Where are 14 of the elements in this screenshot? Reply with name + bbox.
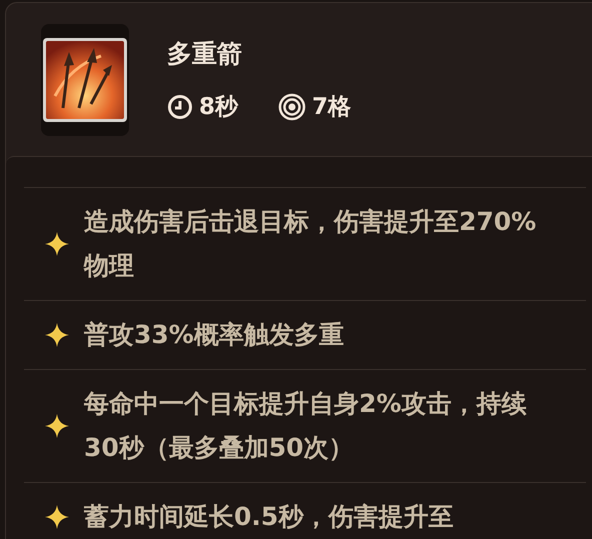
effect-text: 每命中一个目标提升自身2%攻击，持续30秒（最多叠加50次）	[84, 388, 528, 464]
effect-text: 普攻33%概率触发多重	[84, 319, 345, 351]
star-icon	[44, 231, 70, 257]
star-icon	[44, 504, 70, 530]
skill-name: 多重箭	[167, 38, 243, 70]
effect-text: 造成伤害后击退目标，伤害提升至270%物理	[84, 206, 538, 282]
cooldown-text: 8秒	[199, 93, 238, 122]
range-text: 7格	[312, 93, 352, 122]
target-icon	[278, 93, 306, 122]
arrows-icon	[41, 36, 129, 124]
clock-icon	[167, 94, 193, 120]
effect-text: 蓄力时间延长0.5秒，伤害提升至	[84, 501, 454, 533]
star-icon	[44, 322, 70, 348]
star-icon	[44, 413, 70, 439]
